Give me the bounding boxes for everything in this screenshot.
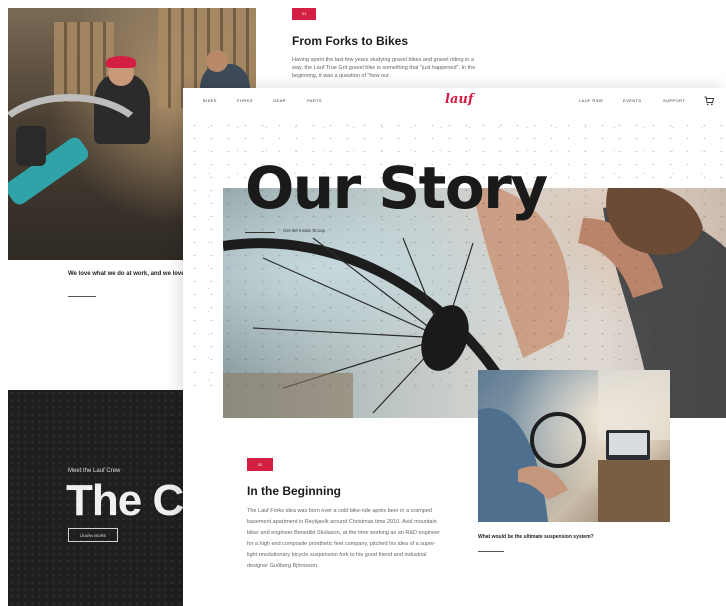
crew-kicker: Meet the Lauf Crew [68, 468, 121, 474]
nav-forks[interactable]: FORKS [237, 98, 253, 103]
red-cap [106, 56, 136, 68]
caption-divider [68, 296, 96, 297]
crew-headline: The C [66, 476, 184, 525]
caption: We love what we do at work, and we love … [68, 271, 190, 277]
bike-part [16, 126, 46, 166]
chapter-badge: 01 [292, 8, 316, 20]
nav-lauf-ride[interactable]: LAUF RIDE [579, 98, 604, 103]
workshop-inset-photo [478, 370, 670, 522]
story-text: Having spent the last few years studying… [292, 57, 476, 79]
front-page: BIKES FORKS GEAR PARTS lauf LAUF RIDE EV… [183, 88, 726, 606]
learn-more-button[interactable]: LEARN MORE [68, 528, 118, 542]
nav-bikes[interactable]: BIKES [203, 98, 217, 103]
inset-scene [478, 370, 670, 522]
nav-parts[interactable]: PARTS [307, 98, 322, 103]
nav-gear[interactable]: GEAR [273, 98, 286, 103]
top-navigation: BIKES FORKS GEAR PARTS lauf LAUF RIDE EV… [183, 88, 726, 114]
cart-icon[interactable] [704, 96, 714, 106]
nav-events[interactable]: EVENTS [623, 98, 641, 103]
hero-subtitle: Get the Inside Scoop [283, 228, 326, 233]
chapter-badge: 02 [247, 458, 273, 471]
nav-support[interactable]: SUPPORT [663, 98, 685, 103]
section-title: In the Beginning [247, 484, 341, 498]
inset-caption: What would be the ultimate suspension sy… [478, 534, 594, 540]
back-page-top: 01 From Forks to Bikes Having spent the … [256, 0, 726, 90]
story-title: From Forks to Bikes [292, 34, 409, 48]
second-head [206, 50, 228, 72]
hero-title: Our Story [245, 154, 548, 222]
inset-caption-divider [478, 551, 504, 552]
section-text: The Lauf Forks idea was born over a cold… [247, 508, 440, 569]
subtitle-divider [245, 232, 275, 233]
lauf-logo[interactable]: lauf [445, 92, 473, 107]
